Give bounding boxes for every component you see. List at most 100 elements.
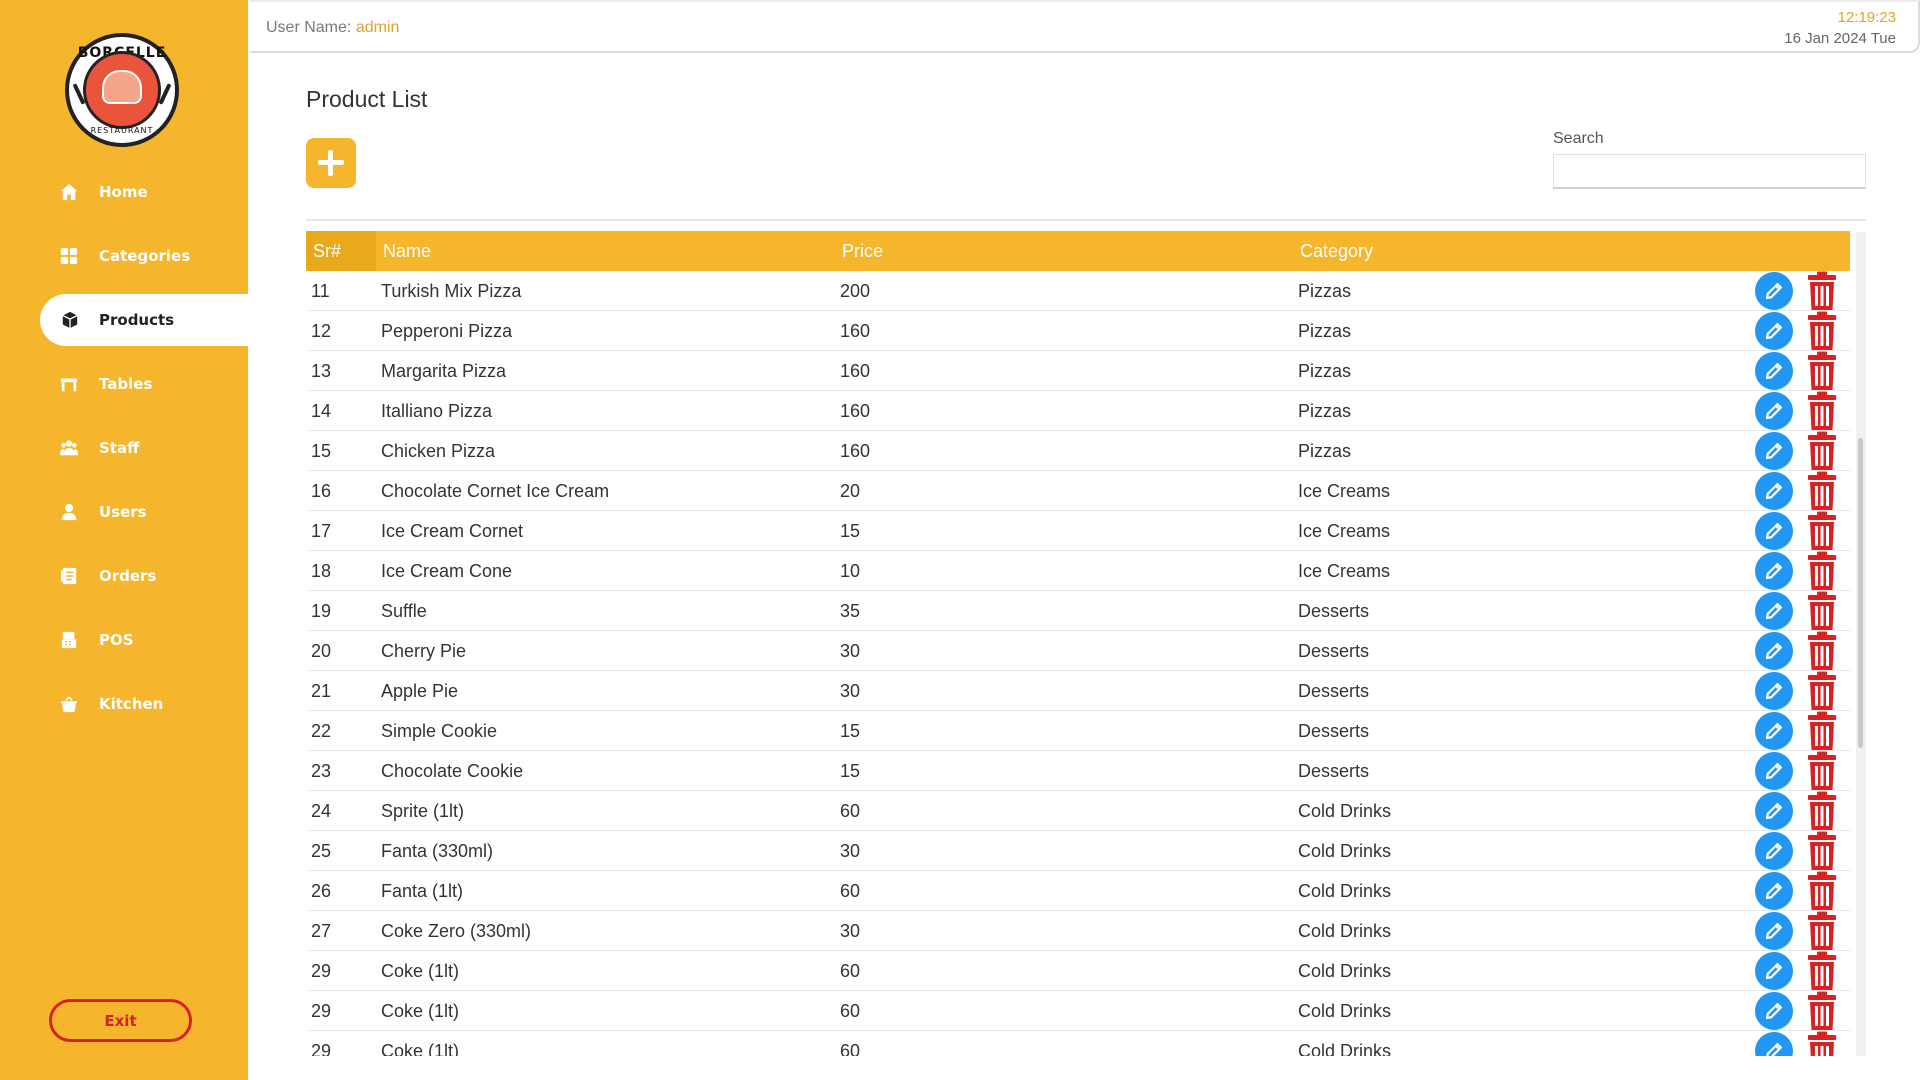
trash-icon[interactable]	[1806, 511, 1838, 551]
column-header-category: Category	[1300, 241, 1374, 261]
cell-price: 35	[840, 601, 861, 621]
cell-name: Chocolate Cornet Ice Cream	[381, 481, 610, 501]
cell-name: Simple Cookie	[381, 721, 498, 741]
cell-price: 30	[840, 841, 861, 861]
cell-sr: 23	[311, 761, 332, 781]
trash-icon[interactable]	[1806, 351, 1838, 391]
trash-icon[interactable]	[1806, 391, 1838, 431]
scrollbar-thumb[interactable]	[1858, 438, 1863, 748]
cell-category: Pizzas	[1298, 321, 1352, 341]
edit-button[interactable]	[1755, 432, 1793, 470]
pencil-icon	[1765, 643, 1782, 660]
table-row: 27 Coke Zero (330ml) 30 Cold Drinks	[306, 911, 1850, 951]
edit-button[interactable]	[1755, 512, 1793, 550]
sidebar-item-label: Orders	[99, 567, 157, 585]
edit-button[interactable]	[1755, 952, 1793, 990]
edit-button[interactable]	[1755, 792, 1793, 830]
cell-name: Coke Zero (330ml)	[381, 921, 532, 941]
cell-category: Desserts	[1298, 641, 1370, 661]
trash-icon[interactable]	[1806, 911, 1838, 951]
cell-category: Ice Creams	[1298, 521, 1391, 541]
trash-icon[interactable]	[1806, 671, 1838, 711]
edit-button[interactable]	[1755, 912, 1793, 950]
trash-icon[interactable]	[1806, 1031, 1838, 1056]
cell-sr: 19	[311, 601, 332, 621]
edit-button[interactable]	[1755, 992, 1793, 1030]
top-bar: User Name: admin 12:19:23 16 Jan 2024 Tu…	[250, 0, 1920, 53]
sidebar-item-home[interactable]: Home	[0, 166, 248, 218]
cell-name: Sprite (1lt)	[381, 801, 465, 821]
edit-button[interactable]	[1755, 632, 1793, 670]
cell-sr: 16	[311, 481, 332, 501]
table-row: 14 Italliano Pizza 160 Pizzas	[306, 391, 1850, 431]
edit-button[interactable]	[1755, 872, 1793, 910]
cell-category: Cold Drinks	[1298, 921, 1392, 941]
trash-icon[interactable]	[1806, 951, 1838, 991]
cell-sr: 22	[311, 721, 332, 741]
trash-icon[interactable]	[1806, 271, 1838, 311]
cell-name: Ice Cream Cornet	[381, 521, 524, 541]
sidebar-item-pos[interactable]: POS	[0, 614, 248, 666]
edit-button[interactable]	[1755, 712, 1793, 750]
sidebar-item-staff[interactable]: Staff	[0, 422, 248, 474]
table-row: 21 Apple Pie 30 Desserts	[306, 671, 1850, 711]
cell-category: Cold Drinks	[1298, 841, 1392, 861]
cell-category: Desserts	[1298, 721, 1370, 741]
search-input[interactable]	[1553, 154, 1866, 189]
cell-sr: 12	[311, 321, 332, 341]
cell-name: Ice Cream Cone	[381, 561, 513, 581]
sidebar-item-tables[interactable]: Tables	[0, 358, 248, 410]
cell-name: Turkish Mix Pizza	[381, 281, 522, 301]
trash-icon[interactable]	[1806, 711, 1838, 751]
vertical-scrollbar[interactable]	[1856, 232, 1866, 1056]
trash-icon[interactable]	[1806, 871, 1838, 911]
pencil-icon	[1765, 523, 1782, 540]
clock-date: 16 Jan 2024 Tue	[1784, 30, 1896, 47]
pencil-icon	[1765, 283, 1782, 300]
edit-button[interactable]	[1755, 672, 1793, 710]
trash-icon[interactable]	[1806, 831, 1838, 871]
cell-price: 10	[840, 561, 861, 581]
cell-price: 60	[840, 801, 861, 821]
cell-sr: 14	[311, 401, 332, 421]
edit-button[interactable]	[1755, 752, 1793, 790]
table-row: 20 Cherry Pie 30 Desserts	[306, 631, 1850, 671]
edit-button[interactable]	[1755, 352, 1793, 390]
trash-icon[interactable]	[1806, 471, 1838, 511]
cell-name: Chicken Pizza	[381, 441, 496, 461]
cell-name: Fanta (1lt)	[381, 881, 464, 901]
edit-button[interactable]	[1755, 552, 1793, 590]
edit-button[interactable]	[1755, 1032, 1793, 1056]
trash-icon[interactable]	[1806, 551, 1838, 591]
cell-price: 160	[840, 361, 871, 381]
edit-button[interactable]	[1755, 592, 1793, 630]
trash-icon[interactable]	[1806, 431, 1838, 471]
edit-button[interactable]	[1755, 472, 1793, 510]
trash-icon[interactable]	[1806, 751, 1838, 791]
edit-button[interactable]	[1755, 272, 1793, 310]
trash-icon[interactable]	[1806, 791, 1838, 831]
add-product-button[interactable]	[306, 138, 356, 188]
edit-button[interactable]	[1755, 392, 1793, 430]
cell-category: Pizzas	[1298, 361, 1352, 381]
trash-icon[interactable]	[1806, 631, 1838, 671]
sidebar-item-label: Categories	[99, 247, 191, 265]
trash-icon[interactable]	[1806, 591, 1838, 631]
exit-button[interactable]: Exit	[49, 999, 192, 1042]
cell-price: 60	[840, 1001, 861, 1021]
trash-icon[interactable]	[1806, 311, 1838, 351]
sidebar-item-kitchen[interactable]: Kitchen	[0, 678, 248, 730]
box-icon	[62, 311, 78, 329]
edit-button[interactable]	[1755, 832, 1793, 870]
chef-hat-icon	[102, 70, 142, 104]
trash-icon[interactable]	[1806, 991, 1838, 1031]
user-name: admin	[355, 19, 400, 36]
table-row: 22 Simple Cookie 15 Desserts	[306, 711, 1850, 751]
user-icon	[61, 503, 77, 521]
sidebar-item-categories[interactable]: Categories	[0, 230, 248, 282]
sidebar-item-users[interactable]: Users	[0, 486, 248, 538]
edit-button[interactable]	[1755, 312, 1793, 350]
pencil-icon	[1765, 803, 1782, 820]
sidebar-item-products[interactable]: Products	[40, 294, 248, 346]
sidebar-item-orders[interactable]: Orders	[0, 550, 248, 602]
